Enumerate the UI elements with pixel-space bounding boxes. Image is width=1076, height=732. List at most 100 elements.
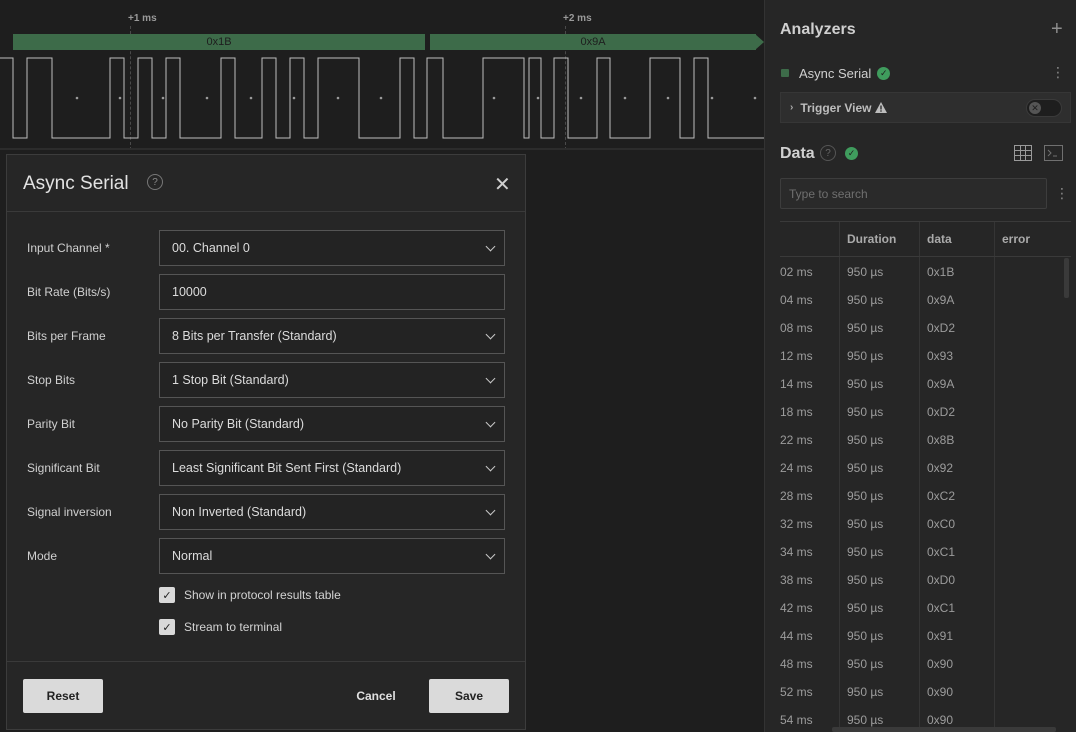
field-label: Signal inversion	[27, 505, 112, 519]
column-header-error[interactable]: error	[996, 222, 1071, 256]
more-vertical-icon[interactable]: ⋮	[1055, 185, 1069, 202]
table-row[interactable]: 42 ms 950 µs 0xC1	[780, 594, 1071, 622]
field-select[interactable]: Non Inverted (Standard)	[159, 494, 505, 530]
cell-error	[996, 538, 1071, 566]
column-header-data[interactable]: data	[921, 222, 994, 256]
chevron-right-icon[interactable]: ›	[790, 102, 793, 113]
table-row[interactable]: 34 ms 950 µs 0xC1	[780, 538, 1071, 566]
field-select[interactable]: 8 Bits per Transfer (Standard)	[159, 318, 505, 354]
cell-time: 02 ms	[780, 265, 813, 279]
table-row[interactable]: 28 ms 950 µs 0xC2	[780, 482, 1071, 510]
more-vertical-icon[interactable]: ⋮	[1051, 64, 1065, 81]
close-icon[interactable]: ✕	[494, 172, 511, 197]
field-row: Bits per Frame 8 Bits per Transfer (Stand…	[7, 318, 525, 354]
trigger-view-toggle[interactable]: ✕	[1026, 99, 1062, 117]
decoded-frame-bubble[interactable]: 0x1B	[13, 34, 425, 50]
plus-icon[interactable]: +	[1051, 18, 1063, 41]
checkmark-icon[interactable]: ✓	[159, 619, 175, 635]
cell-duration: 950 µs	[847, 433, 884, 447]
table-row[interactable]: 22 ms 950 µs 0x8B	[780, 426, 1071, 454]
cell-data: 0x90	[927, 657, 954, 671]
column-header-time[interactable]	[780, 222, 839, 256]
field-row: Bit Rate (Bits/s) 10000	[7, 274, 525, 310]
table-row[interactable]: 32 ms 950 µs 0xC0	[780, 510, 1071, 538]
decoded-frame-bubble[interactable]: 0x9A	[430, 34, 756, 50]
field-select[interactable]: No Parity Bit (Standard)	[159, 406, 505, 442]
close-icon: ✕	[1029, 102, 1041, 114]
field-label: Mode	[27, 549, 58, 563]
search-input[interactable]	[780, 178, 1047, 209]
table-icon[interactable]	[1014, 145, 1032, 161]
terminal-icon[interactable]	[1044, 145, 1063, 161]
show-in-results-checkbox[interactable]: ✓ Show in protocol results table	[159, 586, 341, 604]
cell-time: 08 ms	[780, 321, 813, 335]
chevron-down-icon	[485, 373, 496, 384]
field-select[interactable]: 00. Channel 0	[159, 230, 505, 266]
cell-time: 38 ms	[780, 573, 813, 587]
table-row[interactable]: 48 ms 950 µs 0x90	[780, 650, 1071, 678]
table-row[interactable]: 18 ms 950 µs 0xD2	[780, 398, 1071, 426]
dialog-header: Async Serial ? ✕	[7, 155, 525, 212]
cell-time: 04 ms	[780, 293, 813, 307]
field-label: Stop Bits	[27, 373, 76, 387]
cell-time: 32 ms	[780, 517, 813, 531]
checkmark-icon[interactable]: ✓	[159, 587, 175, 603]
help-icon[interactable]: ?	[820, 145, 836, 161]
table-row[interactable]: 04 ms 950 µs 0x9A	[780, 286, 1071, 314]
table-row[interactable]: 52 ms 950 µs 0x90	[780, 678, 1071, 706]
cell-error	[996, 566, 1071, 594]
table-row[interactable]: 12 ms 950 µs 0x93	[780, 342, 1071, 370]
digital-signal-trace	[0, 57, 764, 139]
field-select[interactable]: Least Significant Bit Sent First (Standa…	[159, 450, 505, 486]
table-row[interactable]: 44 ms 950 µs 0x91	[780, 622, 1071, 650]
cancel-button[interactable]: Cancel	[336, 679, 416, 713]
cell-data: 0x1B	[927, 265, 955, 279]
cell-error	[996, 594, 1071, 622]
analyzer-name: Async Serial	[799, 65, 872, 81]
column-header-duration[interactable]: Duration	[841, 222, 919, 256]
table-row[interactable]: 02 ms 950 µs 0x1B	[780, 258, 1071, 286]
field-value: Non Inverted (Standard)	[172, 505, 307, 519]
cell-time: 12 ms	[780, 349, 813, 363]
analyzer-item-async-serial[interactable]: Async Serial ✓ ⋮	[781, 64, 1071, 82]
table-row[interactable]: 24 ms 950 µs 0x92	[780, 454, 1071, 482]
table-horizontal-scrollbar[interactable]	[832, 727, 1056, 732]
trigger-view-label: Trigger View	[800, 100, 872, 115]
field-value: 1 Stop Bit (Standard)	[172, 373, 289, 387]
cell-error	[996, 258, 1071, 286]
stream-to-terminal-checkbox[interactable]: ✓ Stream to terminal	[159, 618, 282, 636]
table-scrollbar[interactable]	[1064, 258, 1069, 298]
cell-data: 0xC0	[927, 517, 956, 531]
save-button[interactable]: Save	[429, 679, 509, 713]
cell-duration: 950 µs	[847, 573, 884, 587]
cell-duration: 950 µs	[847, 601, 884, 615]
field-label: Bit Rate (Bits/s)	[27, 285, 111, 299]
analyzer-color-swatch	[781, 69, 789, 77]
warning-icon	[875, 102, 888, 113]
cell-duration: 950 µs	[847, 489, 884, 503]
help-icon[interactable]: ?	[147, 174, 163, 190]
cell-time: 22 ms	[780, 433, 813, 447]
cell-error	[996, 482, 1071, 510]
field-value: 10000	[172, 285, 207, 299]
reset-button[interactable]: Reset	[23, 679, 103, 713]
field-value: 8 Bits per Transfer (Standard)	[172, 329, 337, 343]
field-input[interactable]: 10000	[159, 274, 505, 310]
field-select[interactable]: Normal	[159, 538, 505, 574]
data-title: Data	[780, 145, 815, 162]
cell-error	[996, 286, 1071, 314]
field-label: Input Channel *	[27, 241, 110, 255]
check-circle-icon: ✓	[845, 147, 858, 160]
table-row[interactable]: 14 ms 950 µs 0x9A	[780, 370, 1071, 398]
table-row[interactable]: 38 ms 950 µs 0xD0	[780, 566, 1071, 594]
cell-duration: 950 µs	[847, 461, 884, 475]
cell-duration: 950 µs	[847, 293, 884, 307]
trigger-view-row[interactable]: › Trigger View ✕	[780, 92, 1071, 123]
cell-data: 0xC1	[927, 601, 956, 615]
field-select[interactable]: 1 Stop Bit (Standard)	[159, 362, 505, 398]
cell-duration: 950 µs	[847, 629, 884, 643]
table-row[interactable]: 08 ms 950 µs 0xD2	[780, 314, 1071, 342]
field-label: Parity Bit	[27, 417, 76, 431]
cell-duration: 950 µs	[847, 657, 884, 671]
cell-error	[996, 426, 1071, 454]
